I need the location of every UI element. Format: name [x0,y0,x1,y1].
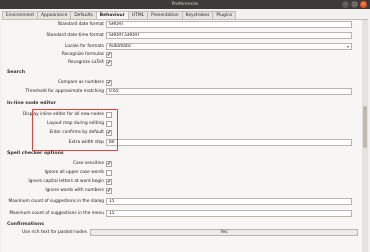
threshold-input[interactable]: 0.65 [106,88,352,95]
rich-text-label: Use rich text for pasted nodes [22,230,87,235]
ignore-upper-case-checkbox[interactable] [106,170,112,176]
tab-html[interactable]: HTML [127,11,149,19]
max-menu-input[interactable]: 15 [106,210,352,217]
inline-editor-section-heading: In-line node editor [7,101,57,106]
ignore-capital-checkbox[interactable]: ✔ [106,179,112,185]
max-menu-label: Maximum count of suggestions in the menu [9,211,104,216]
close-button[interactable]: × [360,1,367,8]
highlight-box [32,109,118,151]
spell-checker-section-heading: Spell checker options [7,151,64,156]
case-sensitive-label: Case sensitive [73,161,104,166]
locale-select-value: Automatic [109,44,132,49]
confirmations-section-heading: Confirmations [7,222,45,227]
minimize-button[interactable]: – [342,1,349,8]
datetime-format-input[interactable]: SHORT,SHORT [106,32,352,39]
tab-presentation[interactable]: Presentation [147,11,183,19]
window-title: Preferences [171,2,199,7]
recognize-formulas-checkbox[interactable]: ✔ [106,52,112,58]
max-dialog-input[interactable]: 15 [106,198,352,205]
recognize-latex-label: Recognize LaTeX [68,60,104,65]
tab-environment[interactable]: Environment [2,11,39,19]
preference-tabs: Environment Appearance Defaults Behaviou… [2,11,237,19]
threshold-label: Threshold for approximate matching [25,89,104,94]
ignore-capital-label: Ignore capital letters at word begin [28,179,104,184]
ignore-upper-case-label: Ignore all upper case words [44,170,104,175]
tab-keystrokes[interactable]: Keystrokes [181,11,214,19]
tab-plugins[interactable]: Plugins [212,11,237,19]
datetime-format-label: Standard date-time format [46,33,104,38]
search-section-heading: Search [7,70,26,75]
maximize-button[interactable]: □ [351,1,358,8]
recognize-formulas-label: Recognize formulas [61,52,104,57]
window-controls: – □ × [342,1,367,8]
case-sensitive-checkbox[interactable]: ✔ [106,161,112,167]
rich-text-select[interactable]: Yes [90,229,358,236]
vertical-scrollbar[interactable] [362,20,368,252]
chevron-down-icon: ▾ [346,44,349,49]
tab-appearance[interactable]: Appearance [37,11,72,19]
date-format-label: Standard date format [57,22,104,27]
compare-numbers-label: Compare as numbers [57,80,104,85]
date-format-input[interactable]: SHORT [106,21,352,28]
locale-select[interactable]: Automatic ▾ [106,43,352,50]
compare-numbers-checkbox[interactable]: ✔ [106,80,112,86]
extra-width-input[interactable]: 80 [106,139,352,146]
ignore-numbers-label: Ignore words with numbers [45,188,104,193]
locale-label: Locale for formats [65,44,104,49]
tab-defaults[interactable]: Defaults [70,11,97,19]
tab-behaviour[interactable]: Behaviour [95,11,129,19]
ignore-numbers-checkbox[interactable]: ✔ [106,188,112,194]
scrollbar-thumb[interactable] [363,106,367,148]
max-dialog-label: Maximum count of suggestions in the dial… [8,199,104,204]
recognize-latex-checkbox[interactable]: ✔ [106,60,112,66]
